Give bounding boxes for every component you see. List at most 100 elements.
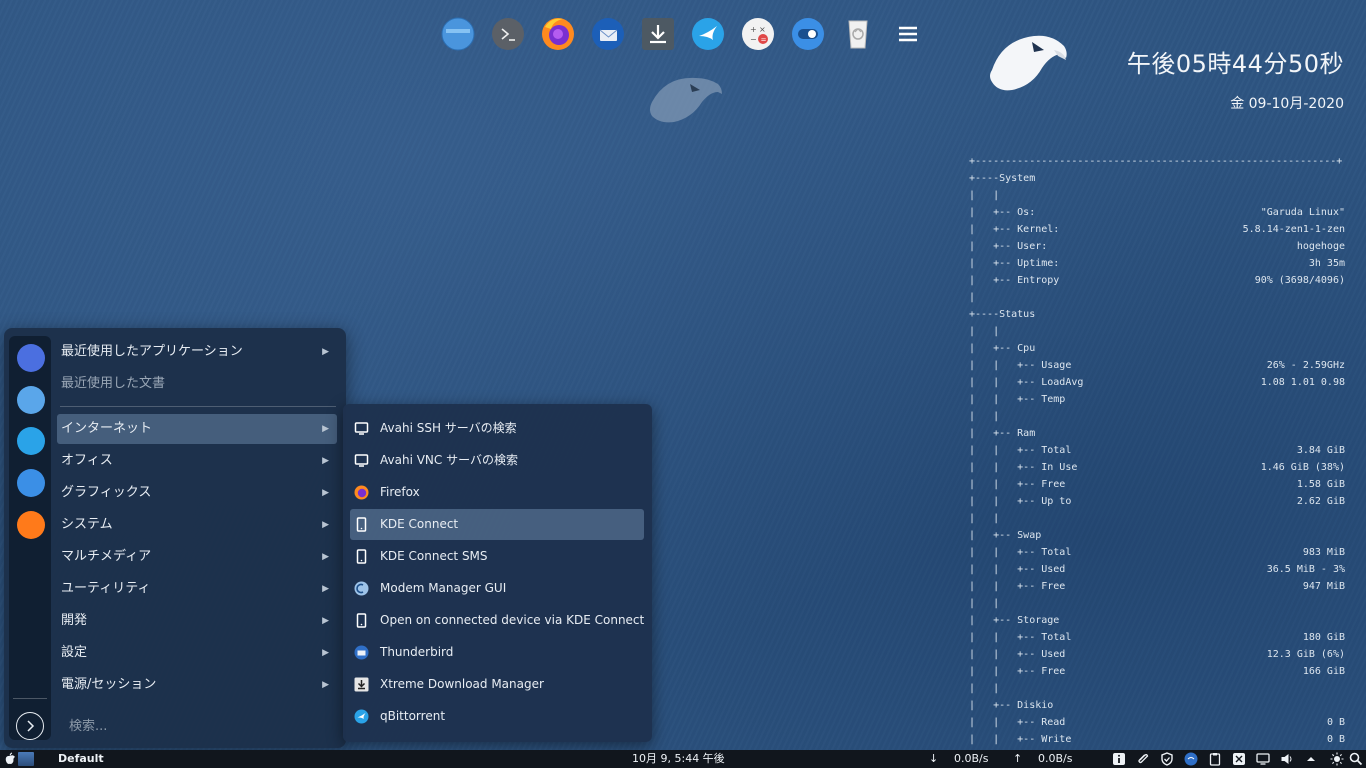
paperclip-icon[interactable] bbox=[1136, 752, 1150, 766]
submenu-item-modem-manager[interactable]: Modem Manager GUI bbox=[350, 573, 644, 604]
conky-label: | +-- Ram bbox=[969, 428, 1036, 439]
conky-label: | +-- Entropy bbox=[969, 275, 1060, 286]
info-icon[interactable] bbox=[1112, 752, 1126, 766]
submenu-item-open-on-device[interactable]: Open on connected device via KDE Connect bbox=[350, 605, 644, 636]
conky-label: | +-- Uptime: bbox=[969, 258, 1060, 269]
conky-value: 26% - 2.59GHz bbox=[1266, 360, 1345, 371]
conky-label: | | +-- Total bbox=[969, 632, 1072, 643]
chevron-right-icon: ▶ bbox=[322, 680, 329, 690]
conky-label: | | bbox=[969, 326, 1000, 337]
chevron-right-icon: ▶ bbox=[322, 616, 329, 626]
conky-value: hogehoge bbox=[1296, 241, 1345, 252]
menu-search-input[interactable] bbox=[67, 715, 331, 737]
conky-value: 0 B bbox=[1326, 717, 1345, 728]
category-office[interactable]: オフィス ▶ bbox=[57, 446, 337, 476]
kde-connect-tray-icon[interactable] bbox=[1232, 752, 1246, 766]
leave-button[interactable] bbox=[16, 712, 44, 740]
search-icon[interactable] bbox=[1349, 752, 1363, 766]
display-icon[interactable] bbox=[1256, 752, 1270, 766]
category-label: 最近使用した文書 bbox=[61, 376, 166, 391]
fav-folder-icon[interactable] bbox=[17, 386, 45, 414]
conky-line: | | bbox=[969, 408, 1345, 425]
category-label: オフィス bbox=[61, 453, 113, 468]
chevron-right-icon: ▶ bbox=[322, 520, 329, 530]
conky-label: | +-- User: bbox=[969, 241, 1048, 252]
download-arrow-icon: ↓ bbox=[929, 752, 939, 765]
pager-icon[interactable] bbox=[18, 752, 34, 766]
shield-icon[interactable] bbox=[1160, 752, 1174, 766]
submenu-item-label: Xtreme Download Manager bbox=[380, 677, 544, 691]
conky-label: | +-- Kernel: bbox=[969, 224, 1060, 235]
submenu-item-label: Open on connected device via KDE Connect bbox=[380, 613, 645, 627]
conky-value: 12.3 GiB (6%) bbox=[1266, 649, 1345, 660]
dock-toggle-settings-icon[interactable] bbox=[790, 16, 826, 52]
dock-thunderbird-icon[interactable] bbox=[590, 16, 626, 52]
category-label: 最近使用したアプリケーション bbox=[61, 344, 243, 359]
tray-expand-arrow-icon[interactable] bbox=[1304, 752, 1318, 766]
conky-line: | | +-- Usage 26% - 2.59GHz bbox=[969, 357, 1345, 374]
conky-line: | | +-- Total 983 MiB bbox=[969, 544, 1345, 561]
thunderbird-icon bbox=[354, 645, 369, 660]
network-manager-icon[interactable] bbox=[1184, 752, 1198, 766]
submenu-item-firefox[interactable]: Firefox bbox=[350, 477, 644, 508]
volume-icon[interactable] bbox=[1280, 752, 1294, 766]
dock-folder-icon[interactable] bbox=[440, 16, 476, 52]
category-utilities[interactable]: ユーティリティ ▶ bbox=[57, 574, 337, 604]
eagle-logo-large bbox=[990, 35, 1067, 91]
category-power-session[interactable]: 電源/セッション ▶ bbox=[57, 670, 337, 700]
brightness-icon[interactable] bbox=[1330, 752, 1344, 766]
submenu-item-kde-connect-sms[interactable]: KDE Connect SMS bbox=[350, 541, 644, 572]
conky-system-monitor: +---------------------------------------… bbox=[969, 153, 1345, 748]
submenu-item-kde-connect[interactable]: KDE Connect bbox=[350, 509, 644, 540]
category-label: 設定 bbox=[61, 645, 88, 660]
apple-menu-icon[interactable] bbox=[3, 752, 17, 766]
fav-garuda-welcome-icon[interactable] bbox=[17, 344, 45, 372]
dock-firefox-icon[interactable] bbox=[540, 16, 576, 52]
submenu-item-qbittorrent[interactable]: qBittorrent bbox=[350, 701, 644, 732]
submenu-item-xtreme-download-manager[interactable]: Xtreme Download Manager bbox=[350, 669, 644, 700]
conky-line: +----System bbox=[969, 170, 1345, 187]
smartphone-icon bbox=[356, 549, 367, 564]
smartphone-icon bbox=[356, 613, 367, 628]
fav-toggle-settings-icon[interactable] bbox=[17, 469, 45, 497]
category-development[interactable]: 開発 ▶ bbox=[57, 606, 337, 636]
chevron-right-icon: ▶ bbox=[322, 488, 329, 498]
qbittorrent-icon bbox=[354, 709, 369, 724]
taskbar-clock[interactable]: 10月 9, 5:44 午後 bbox=[632, 750, 725, 768]
dock-terminal-icon[interactable] bbox=[490, 16, 526, 52]
category-recent-apps[interactable]: 最近使用したアプリケーション ▶ bbox=[57, 337, 337, 367]
favorites-divider bbox=[13, 698, 47, 699]
category-internet[interactable]: インターネット ▶ bbox=[57, 414, 337, 444]
chevron-right-icon: ▶ bbox=[322, 584, 329, 594]
monitor-icon bbox=[354, 422, 369, 435]
submenu-item-avahi-vnc[interactable]: Avahi VNC サーバの検索 bbox=[350, 445, 644, 476]
category-system[interactable]: システム ▶ bbox=[57, 510, 337, 540]
conky-line: | +-- Entropy 90% (3698/4096) bbox=[969, 272, 1345, 289]
dock-trash-icon[interactable] bbox=[840, 16, 876, 52]
clipboard-icon[interactable] bbox=[1208, 752, 1222, 766]
conky-label: | | bbox=[969, 683, 1000, 694]
fav-firefox-icon[interactable] bbox=[17, 511, 45, 539]
dock-calculator-icon[interactable]: + × − = bbox=[740, 16, 776, 52]
dock-hamburger-menu-icon[interactable] bbox=[890, 16, 926, 52]
conky-line: | +-- Cpu bbox=[969, 340, 1345, 357]
layout-name[interactable]: Default bbox=[58, 750, 104, 768]
category-multimedia[interactable]: マルチメディア ▶ bbox=[57, 542, 337, 572]
submenu-item-thunderbird[interactable]: Thunderbird bbox=[350, 637, 644, 668]
dock-qbittorrent-icon[interactable] bbox=[690, 16, 726, 52]
conky-label: | | +-- Free bbox=[969, 581, 1066, 592]
dock-download-manager-icon[interactable] bbox=[640, 16, 676, 52]
category-recent-docs[interactable]: 最近使用した文書 bbox=[57, 369, 337, 399]
fav-qbittorrent-icon[interactable] bbox=[17, 427, 45, 455]
conky-line: | | +-- Free 947 MiB bbox=[969, 578, 1345, 595]
category-graphics[interactable]: グラフィックス ▶ bbox=[57, 478, 337, 508]
conky-line: | | +-- Total 3.84 GiB bbox=[969, 442, 1345, 459]
submenu-item-avahi-ssh[interactable]: Avahi SSH サーバの検索 bbox=[350, 413, 644, 444]
download-manager-icon bbox=[354, 677, 369, 692]
conky-label: | | +-- Write bbox=[969, 734, 1072, 745]
conky-label: +---------------------------------------… bbox=[969, 156, 1343, 167]
category-settings[interactable]: 設定 ▶ bbox=[57, 638, 337, 668]
conky-line: | | bbox=[969, 323, 1345, 340]
conky-label: +----System bbox=[969, 173, 1036, 184]
svg-text:−: − bbox=[750, 35, 757, 44]
